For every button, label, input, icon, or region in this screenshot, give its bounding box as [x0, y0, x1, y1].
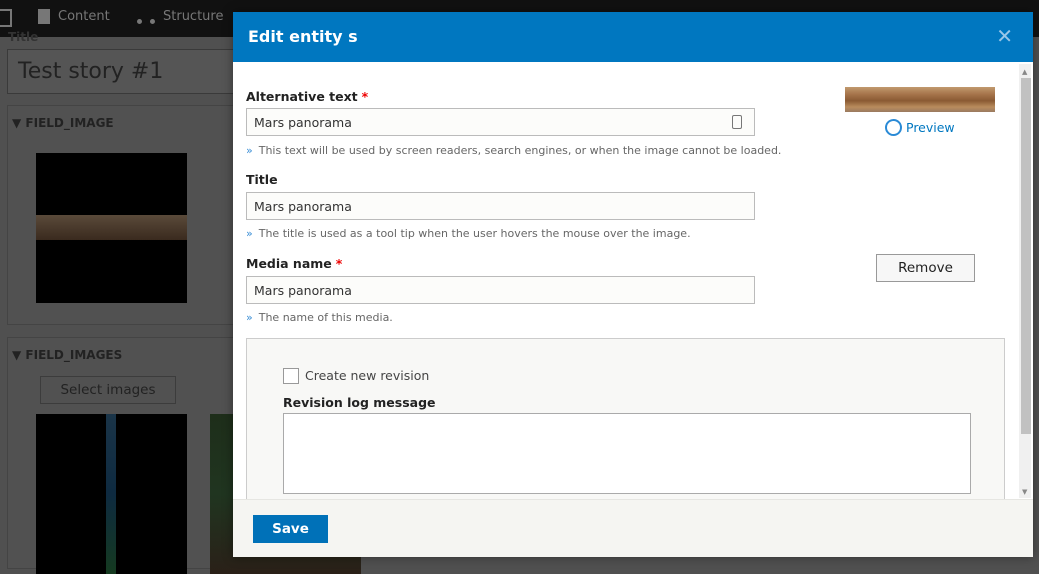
image-thumbnail[interactable]	[845, 87, 995, 112]
scrollbar-thumb[interactable]	[1021, 78, 1031, 434]
media-name-input[interactable]: Mars panorama	[246, 276, 755, 304]
dialog-scrollbar[interactable]: ▲ ▼	[1019, 64, 1031, 498]
title-field-label: Title	[246, 172, 278, 187]
preview-link[interactable]: Preview	[885, 119, 955, 136]
title-field-help: » The title is used as a tool tip when th…	[246, 227, 691, 240]
scroll-down-icon[interactable]: ▼	[1022, 488, 1027, 496]
media-name-label: Media name *	[246, 256, 343, 271]
create-revision-checkbox[interactable]	[283, 368, 299, 384]
create-revision-label[interactable]: Create new revision	[305, 368, 429, 383]
dialog-footer: Save	[233, 499, 1033, 557]
sitemap-icon	[137, 10, 155, 24]
field-image-panel	[7, 105, 247, 325]
dialog-header: Edit entity s ✕	[233, 12, 1033, 62]
edit-entity-dialog: Edit entity s ✕ Alternative text * Mars p…	[233, 12, 1033, 557]
scroll-up-icon[interactable]: ▲	[1022, 68, 1027, 76]
select-images-button[interactable]: Select images	[40, 376, 176, 404]
alt-text-help: » This text will be used by screen reader…	[246, 144, 782, 157]
field-images-panel	[7, 337, 361, 574]
field-image-toggle[interactable]: ▼ FIELD_IMAGE	[12, 116, 114, 130]
media-name-help: » The name of this media.	[246, 311, 393, 324]
alt-text-input[interactable]: Mars panorama	[246, 108, 755, 136]
dialog-title: Edit entity s	[248, 27, 358, 46]
remove-button[interactable]: Remove	[876, 254, 975, 282]
alt-text-label: Alternative text *	[246, 89, 369, 104]
revision-log-textarea[interactable]	[283, 413, 971, 494]
home-icon[interactable]	[0, 9, 12, 27]
save-button[interactable]: Save	[253, 515, 328, 543]
title-field-input[interactable]: Mars panorama	[246, 192, 755, 220]
toolbar-item-structure[interactable]: Structure	[137, 9, 223, 24]
magnifier-icon	[885, 119, 902, 136]
contact-card-icon	[732, 115, 742, 129]
title-label: Title	[8, 30, 39, 44]
field-images-toggle[interactable]: ▼ FIELD_IMAGES	[12, 348, 122, 362]
field-image-thumbnail[interactable]	[36, 153, 187, 303]
revision-log-label: Revision log message	[283, 395, 436, 410]
close-icon[interactable]: ✕	[996, 24, 1013, 48]
toolbar-item-content[interactable]: Content	[38, 9, 110, 24]
document-icon	[38, 9, 50, 24]
revision-fieldset: Create new revision Revision log message	[246, 338, 1005, 508]
field-images-thumbnail[interactable]	[36, 414, 187, 574]
title-input[interactable]: Test story #1	[7, 49, 247, 94]
